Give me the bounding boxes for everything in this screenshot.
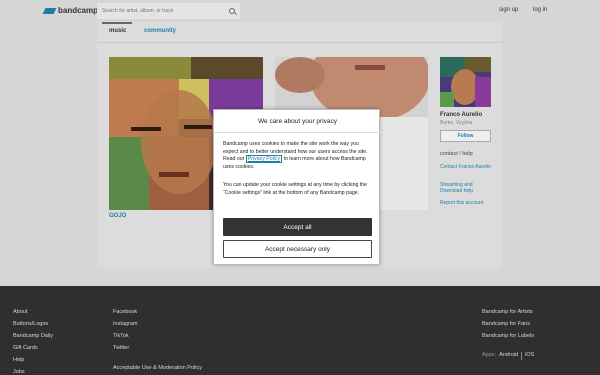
footer-link-tiktok[interactable]: TikTok: [113, 333, 129, 339]
follow-button[interactable]: Follow: [440, 130, 491, 142]
footer-link-instagram[interactable]: Instagram: [113, 321, 137, 327]
cookie-dialog-title: We care about your privacy: [214, 110, 381, 133]
artist-photo-image: [440, 57, 491, 107]
app-android-link[interactable]: Android: [499, 352, 518, 360]
streaming-help-link[interactable]: Streaming and Download help: [440, 182, 495, 194]
bandcamp-logo-icon: [42, 7, 57, 14]
artist-name: Franco Aurelio: [440, 112, 483, 118]
report-account-link[interactable]: Report this account: [440, 200, 495, 206]
footer-link-labels[interactable]: Bandcamp for Labels: [482, 333, 534, 339]
tab-bar: music community: [97, 22, 502, 43]
apps-row: Apps: Android iOS: [482, 352, 534, 360]
tab-community[interactable]: community: [144, 28, 176, 34]
footer: About Buttons/Logos Bandcamp Daily Gift …: [0, 286, 600, 375]
login-link[interactable]: log in: [533, 7, 547, 13]
accept-all-button[interactable]: Accept all: [223, 218, 372, 236]
contact-artist-link[interactable]: Contact Franco Aurelio: [440, 164, 495, 170]
footer-link-jobs[interactable]: Jobs: [13, 369, 25, 375]
accept-necessary-button[interactable]: Accept necessary only: [223, 240, 372, 258]
logo-text: bandcamp: [58, 6, 99, 15]
signup-link[interactable]: sign up: [499, 7, 518, 13]
cookie-dialog-text-1: Bandcamp uses cookies to make the site w…: [223, 141, 375, 171]
search-box: [97, 3, 240, 19]
privacy-policy-link[interactable]: Privacy Policy: [245, 155, 283, 163]
contact-heading: contact / help: [440, 151, 473, 157]
footer-link-buttons[interactable]: Buttons/Logos: [13, 321, 48, 327]
release-title[interactable]: GOJO: [109, 213, 126, 219]
footer-link-giftcards[interactable]: Gift Cards: [13, 345, 38, 351]
apps-label: Apps:: [482, 352, 497, 358]
footer-link-artists[interactable]: Bandcamp for Artists: [482, 309, 533, 315]
tab-music[interactable]: music: [109, 28, 126, 34]
top-bar: bandcamp sign up log in: [0, 0, 600, 22]
footer-link-fans[interactable]: Bandcamp for Fans: [482, 321, 530, 327]
footer-link-twitter[interactable]: Twitter: [113, 345, 129, 351]
apps-divider: [521, 352, 523, 360]
cookie-consent-dialog: We care about your privacy Bandcamp uses…: [213, 109, 381, 265]
footer-link-facebook[interactable]: Facebook: [113, 309, 137, 315]
active-tab-indicator: [102, 22, 132, 24]
app-ios-link[interactable]: iOS: [525, 352, 534, 360]
bandcamp-logo[interactable]: bandcamp: [42, 6, 99, 15]
artist-location: Burke, Virginia: [440, 120, 473, 126]
search-input[interactable]: [97, 3, 222, 19]
footer-link-policy[interactable]: Acceptable Use & Moderation Policy: [113, 365, 202, 371]
footer-link-daily[interactable]: Bandcamp Daily: [13, 333, 53, 339]
cookie-dialog-text-2: You can update your cookie settings at a…: [223, 182, 367, 196]
artist-photo[interactable]: [440, 57, 491, 107]
footer-link-about[interactable]: About: [13, 309, 27, 315]
search-icon[interactable]: [229, 8, 235, 14]
footer-link-help[interactable]: Help: [13, 357, 24, 363]
